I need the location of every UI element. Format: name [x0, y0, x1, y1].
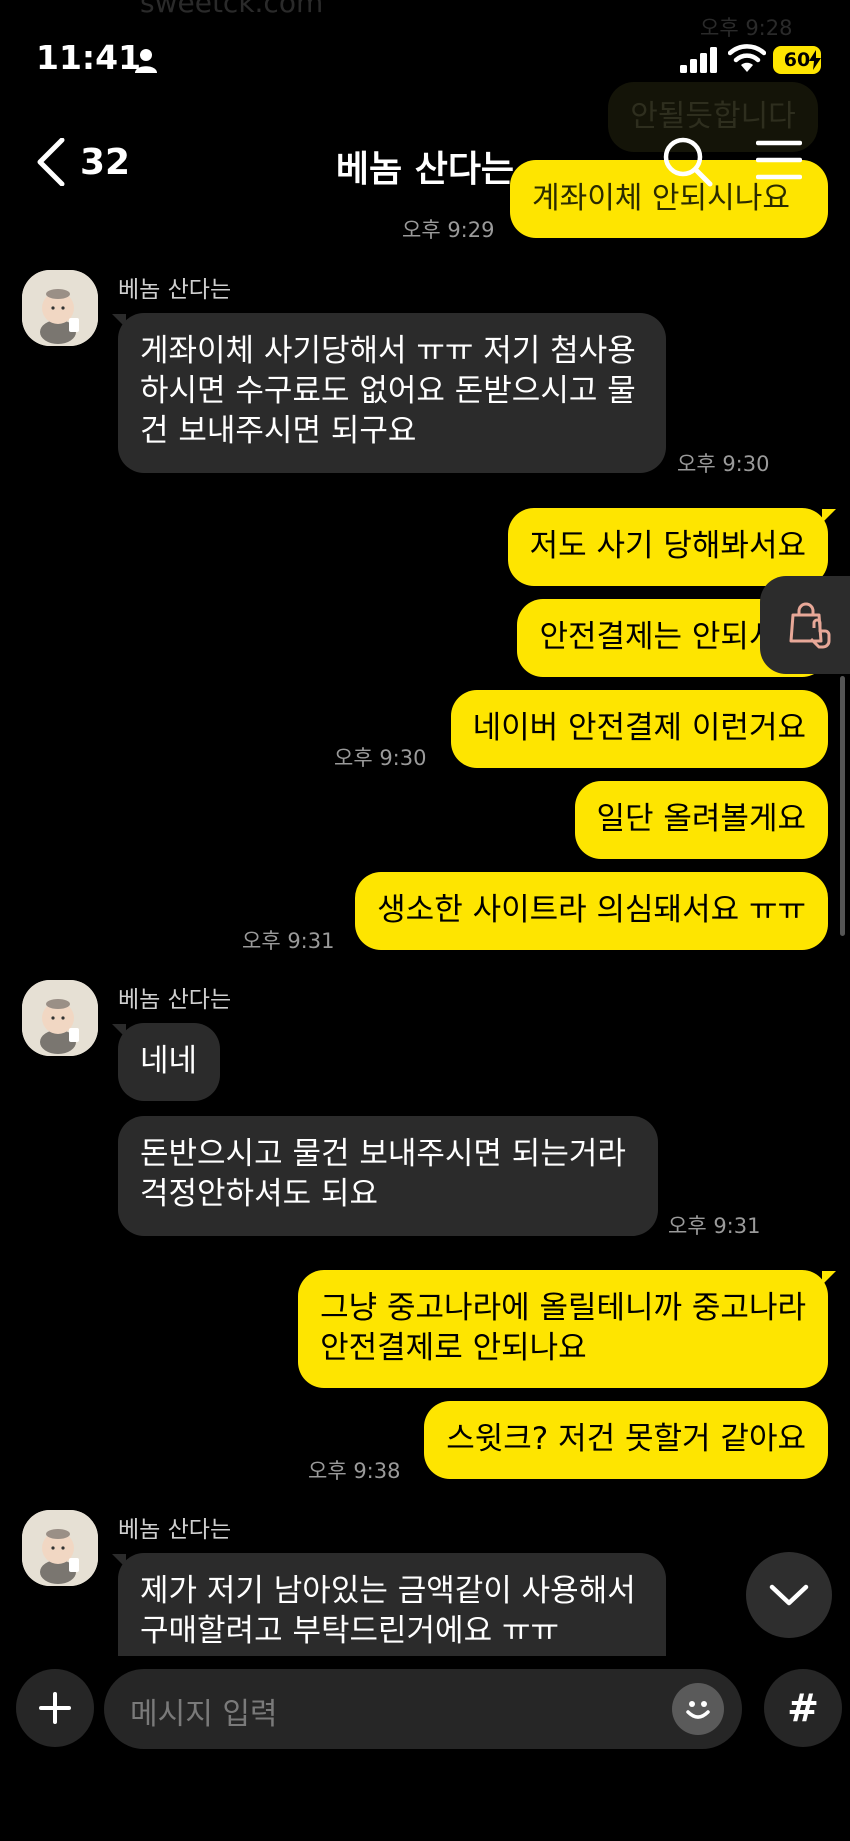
search-icon[interactable] [662, 136, 714, 188]
baby-avatar-image [22, 980, 98, 1056]
avatar[interactable] [22, 1510, 98, 1586]
sender-name: 베놈 산다는 [118, 1517, 232, 1543]
message-line: 돈반으시고 물건 보내주시면 되는거라 [140, 1136, 626, 1172]
outgoing-message-bubble[interactable]: 그냥 중고나라에 올릴테니까 중고나라 안전결제로 안되나요 [298, 1270, 828, 1388]
emoji-icon [686, 1701, 710, 1719]
incoming-message-bubble[interactable]: 게좌이체 사기당해서 ㅠㅠ 저기 첨사용 하시면 수구료도 없어요 돈받으시고 … [118, 313, 666, 473]
message-line: 건 보내주시면 되구요 [140, 413, 417, 449]
menu-icon[interactable] [756, 140, 802, 180]
timestamp: 오후 9:29 [402, 218, 495, 242]
outgoing-message-bubble[interactable]: 네이버 안전결제 이런거요 [450, 690, 828, 768]
outgoing-message-bubble[interactable]: 저도 사기 당해봐서요 [507, 508, 828, 586]
message-line: 안전결제로 안되나요 [320, 1330, 587, 1366]
chevron-down-icon [769, 1584, 809, 1606]
ghost-link-text: sweetck.com [140, 0, 324, 19]
avatar[interactable] [22, 270, 98, 346]
message-line: 그냥 중고나라에 올릴테니까 중고나라 [320, 1290, 806, 1326]
timestamp: 오후 9:31 [668, 1214, 761, 1238]
avatar[interactable] [22, 980, 98, 1056]
timestamp: 오후 9:31 [242, 929, 335, 953]
status-time: 11:41 [36, 38, 142, 77]
message-line: 게좌이체 사기당해서 ㅠㅠ 저기 첨사용 [140, 333, 636, 369]
message-line: 걱정안하셔도 되요 [140, 1176, 379, 1212]
signal-icon [680, 47, 717, 73]
baby-avatar-image [22, 270, 98, 346]
scroll-to-bottom-button[interactable] [746, 1552, 832, 1638]
outgoing-message-bubble[interactable]: 생소한 사이트라 의심돼서요 ㅠㅠ [355, 872, 828, 950]
scrollbar-thumb[interactable] [840, 676, 845, 936]
person-icon [135, 49, 157, 73]
outgoing-message-bubble[interactable]: 일단 올려볼게요 [574, 781, 828, 859]
shopping-bag-icon [789, 602, 831, 649]
wifi-icon [728, 44, 766, 72]
message-line: 하시면 수구료도 없어요 돈받으시고 물 [140, 373, 636, 409]
timestamp: 오후 9:30 [334, 746, 427, 770]
attach-button[interactable] [16, 1669, 94, 1747]
ghost-timestamp: 오후 9:28 [700, 16, 793, 40]
timestamp: 오후 9:38 [308, 1459, 401, 1483]
charging-bolt-icon [809, 50, 821, 70]
sender-name: 베놈 산다는 [118, 987, 232, 1013]
incoming-message-bubble[interactable]: 네네 [118, 1023, 220, 1101]
sender-name: 베놈 산다는 [118, 277, 232, 303]
message-line: 제가 저기 남아있는 금액같이 사용해서 [140, 1573, 636, 1609]
timestamp: 오후 9:30 [677, 452, 770, 476]
plus-icon [39, 1692, 71, 1724]
shopping-button[interactable] [760, 576, 850, 674]
outgoing-message-bubble[interactable]: 스윗크? 저건 못할거 같아요 [424, 1401, 828, 1479]
chat-title: 베놈 산다는 [335, 149, 515, 190]
message-line: 구매할려고 부탁드린거에요 ㅠㅠ [140, 1613, 559, 1649]
emoji-button[interactable] [672, 1683, 724, 1735]
hash-icon[interactable]: # [764, 1669, 842, 1747]
baby-avatar-image [22, 1510, 98, 1586]
incoming-message-bubble[interactable]: 돈반으시고 물건 보내주시면 되는거라 걱정안하셔도 되요 [118, 1116, 658, 1236]
message-input-placeholder: 메시지 입력 [130, 1697, 278, 1732]
